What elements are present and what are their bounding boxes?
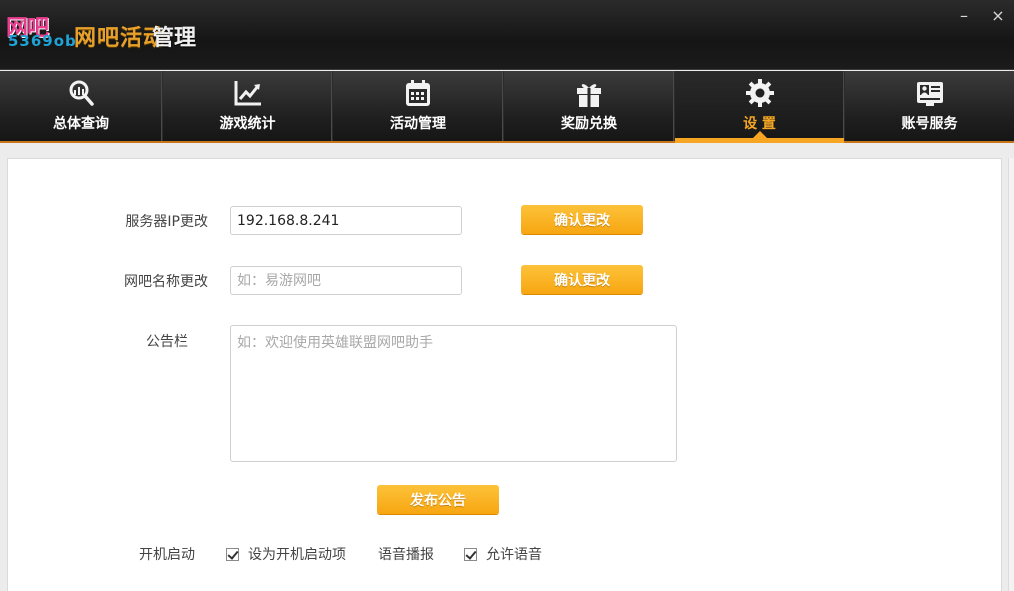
logo-title-suffix: 管理	[152, 26, 197, 51]
nav-overview-label: 总体查询	[53, 116, 109, 132]
confirm-ip-button[interactable]: 确认更改	[521, 205, 643, 234]
nav-rewards-label: 奖励兑换	[561, 116, 617, 132]
server-ip-input[interactable]	[230, 206, 462, 235]
nav-settings[interactable]: 设 置	[675, 71, 845, 143]
calendar-icon	[406, 80, 430, 106]
settings-panel: 服务器IP更改 确认更改 网吧名称更改 确认更改 公告栏 发布公告 开机启动 设…	[7, 158, 1002, 591]
nav-game-stats-label: 游戏统计	[219, 116, 276, 132]
nav-account-label: 账号服务	[901, 116, 958, 132]
server-ip-label: 服务器IP更改	[125, 214, 208, 230]
line-chart-icon	[234, 81, 261, 106]
app-logo: 网吧 5369ob 网吧活动 管理	[4, 8, 204, 52]
nav-overview[interactable]: 总体查询	[0, 71, 163, 141]
nav-game-stats[interactable]: 游戏统计	[163, 71, 333, 141]
title-bar: 网吧 5369ob 网吧活动 管理 – ×	[0, 0, 1014, 70]
voice-label: 语音播报	[378, 547, 434, 563]
id-card-icon	[916, 82, 943, 106]
voice-option[interactable]: 允许语音	[464, 544, 542, 564]
nav-account[interactable]: 账号服务	[845, 71, 1014, 141]
main-nav: 总体查询 游戏统计 活动管理 奖励兑换 设 置 账号服务	[0, 71, 1014, 143]
nav-activity-label: 活动管理	[390, 116, 446, 132]
notice-label: 公告栏	[146, 334, 188, 350]
minimize-button[interactable]: –	[952, 4, 976, 28]
nav-settings-label: 设 置	[743, 116, 776, 132]
notice-textarea[interactable]	[230, 325, 677, 462]
close-button[interactable]: ×	[986, 4, 1010, 28]
search-chart-icon	[69, 80, 94, 106]
publish-notice-button[interactable]: 发布公告	[377, 485, 499, 514]
cafe-name-label: 网吧名称更改	[124, 274, 208, 290]
startup-option[interactable]: 设为开机启动项	[226, 544, 346, 564]
nav-activity[interactable]: 活动管理	[333, 71, 504, 141]
scrollbar[interactable]	[1008, 158, 1014, 591]
gift-icon	[577, 84, 601, 107]
startup-label: 开机启动	[139, 547, 195, 563]
cafe-name-input[interactable]	[230, 266, 462, 295]
voice-option-label: 允许语音	[486, 547, 542, 563]
startup-checkbox[interactable]	[226, 547, 239, 561]
app-window: 网吧 5369ob 网吧活动 管理 – × 总体查询 游戏统计 活动管理 奖励兑…	[0, 0, 1014, 591]
confirm-cafe-name-button[interactable]: 确认更改	[521, 265, 643, 294]
voice-checkbox[interactable]	[464, 547, 477, 561]
startup-option-label: 设为开机启动项	[248, 547, 346, 563]
logo-sub: 5369ob	[8, 32, 77, 50]
gear-icon	[745, 79, 774, 107]
nav-rewards[interactable]: 奖励兑换	[504, 71, 675, 141]
